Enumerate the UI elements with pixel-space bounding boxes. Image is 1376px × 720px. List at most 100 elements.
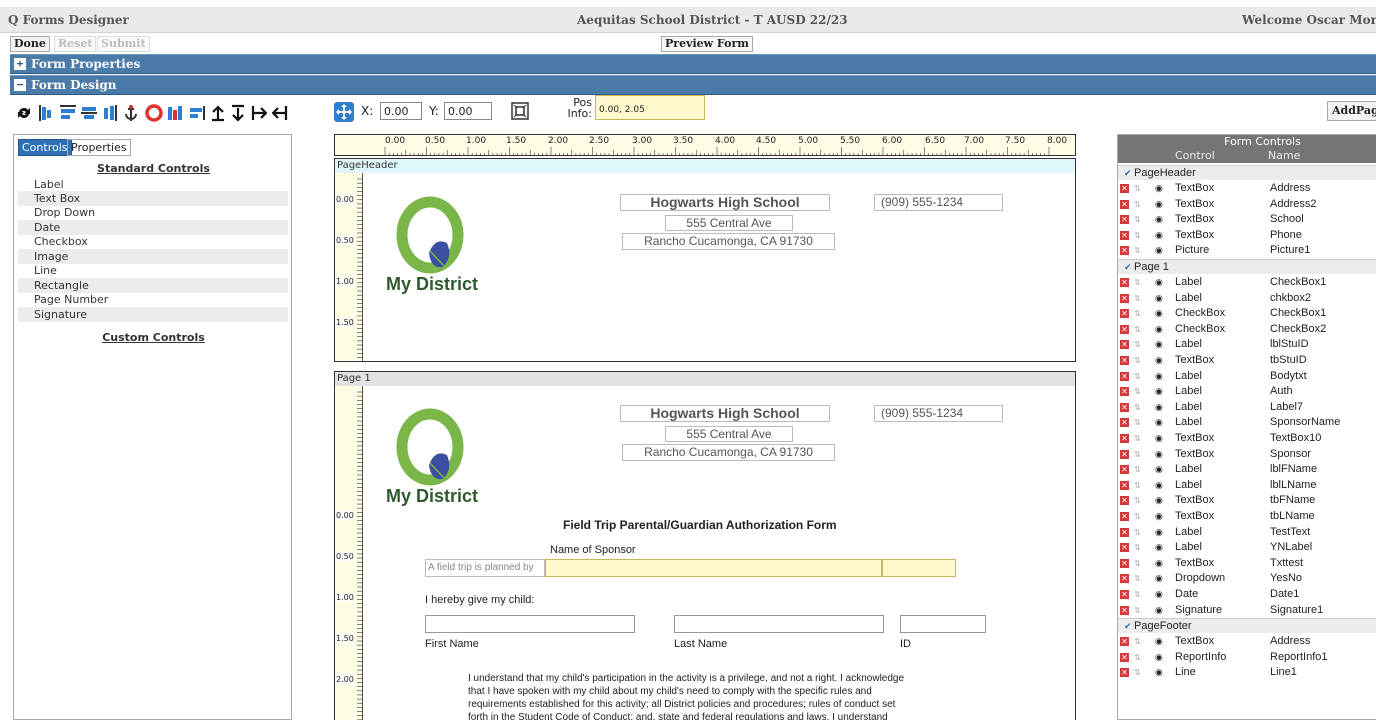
visibility-icon[interactable]: ◉ [1155, 650, 1163, 665]
visibility-icon[interactable]: ◉ [1155, 212, 1163, 227]
reorder-icon[interactable]: ⇅ [1134, 525, 1141, 540]
delete-icon[interactable]: ✕ [1120, 387, 1129, 397]
sponsor-label[interactable]: Name of Sponsor [550, 544, 636, 556]
collapse-icon[interactable]: − [14, 79, 26, 91]
control-row[interactable]: ✕ ⇅ ◉ Label Bodytxt [1118, 369, 1376, 384]
reorder-icon[interactable]: ⇅ [1134, 493, 1141, 508]
control-line[interactable]: Line [18, 263, 288, 278]
move-up-icon[interactable] [210, 104, 226, 122]
move-down-icon[interactable] [230, 104, 246, 122]
reorder-icon[interactable]: ⇅ [1134, 540, 1141, 555]
delete-icon[interactable]: ✕ [1120, 574, 1129, 584]
school-name-field[interactable]: Hogwarts High School [620, 405, 830, 422]
last-name-input[interactable] [674, 615, 884, 633]
control-row[interactable]: ✕ ⇅ ◉ Date Date1 [1118, 587, 1376, 602]
visibility-icon[interactable]: ◉ [1155, 415, 1163, 430]
reorder-icon[interactable]: ⇅ [1134, 197, 1141, 212]
delete-icon[interactable]: ✕ [1120, 512, 1129, 521]
last-name-label[interactable]: Last Name [674, 638, 727, 650]
reorder-icon[interactable]: ⇅ [1134, 556, 1141, 571]
reorder-icon[interactable]: ⇅ [1134, 665, 1141, 680]
phone-field[interactable]: (909) 555-1234 [874, 194, 1003, 211]
phone-field[interactable]: (909) 555-1234 [874, 405, 1003, 422]
visibility-icon[interactable]: ◉ [1155, 306, 1163, 321]
control-row[interactable]: ✕ ⇅ ◉ Label Label7 [1118, 400, 1376, 415]
delete-icon[interactable]: ✕ [1120, 356, 1129, 365]
control-page-number[interactable]: Page Number [18, 292, 288, 307]
control-row[interactable]: ✕ ⇅ ◉ Label YNLabel [1118, 540, 1376, 555]
reorder-icon[interactable]: ⇅ [1134, 243, 1141, 258]
reorder-icon[interactable]: ⇅ [1134, 415, 1141, 430]
control-row[interactable]: ✕ ⇅ ◉ Label lblStuID [1118, 337, 1376, 352]
delete-icon[interactable]: ✕ [1120, 418, 1129, 428]
control-row[interactable]: ✕ ⇅ ◉ TextBox tbLName [1118, 509, 1376, 524]
student-id-input[interactable] [900, 615, 986, 633]
reorder-icon[interactable]: ⇅ [1134, 478, 1141, 493]
reorder-icon[interactable]: ⇅ [1134, 384, 1141, 399]
delete-icon[interactable]: ✕ [1120, 543, 1129, 553]
delete-icon[interactable]: ✕ [1120, 402, 1129, 412]
tab-controls[interactable]: Controls [18, 139, 72, 156]
align-right-icon[interactable] [102, 104, 118, 122]
control-row[interactable]: ✕ ⇅ ◉ TextBox Address [1118, 634, 1376, 649]
control-date[interactable]: Date [18, 220, 288, 235]
control-row[interactable]: ✕ ⇅ ◉ Dropdown YesNo [1118, 571, 1376, 586]
delete-icon[interactable]: ✕ [1120, 246, 1129, 256]
delete-icon[interactable]: ✕ [1120, 324, 1129, 334]
reorder-icon[interactable]: ⇅ [1134, 275, 1141, 290]
align-middle-icon[interactable] [81, 104, 97, 122]
control-group[interactable]: ✔ PageHeader [1118, 165, 1376, 180]
control-row[interactable]: ✕ ⇅ ◉ Picture Picture1 [1118, 243, 1376, 258]
reorder-icon[interactable]: ⇅ [1134, 181, 1141, 196]
visibility-icon[interactable]: ◉ [1155, 509, 1163, 524]
delete-icon[interactable]: ✕ [1120, 605, 1129, 615]
control-textbox[interactable]: Text Box [18, 191, 288, 206]
reorder-icon[interactable]: ⇅ [1134, 291, 1141, 306]
visibility-icon[interactable]: ◉ [1155, 540, 1163, 555]
snapshot-icon[interactable] [511, 102, 529, 120]
reorder-icon[interactable]: ⇅ [1134, 228, 1141, 243]
body-text[interactable]: I understand that my child's participati… [468, 672, 904, 720]
first-name-input[interactable] [425, 615, 635, 633]
circle-icon[interactable] [145, 104, 163, 122]
add-page-button[interactable]: AddPag [1327, 101, 1376, 121]
delete-icon[interactable]: ✕ [1120, 668, 1129, 678]
visibility-icon[interactable]: ◉ [1155, 197, 1163, 212]
control-row[interactable]: ✕ ⇅ ◉ TextBox tbFName [1118, 493, 1376, 508]
visibility-icon[interactable]: ◉ [1155, 634, 1163, 649]
visibility-icon[interactable]: ◉ [1155, 525, 1163, 540]
reorder-icon[interactable]: ⇅ [1134, 369, 1141, 384]
reorder-icon[interactable]: ⇅ [1134, 603, 1141, 618]
delete-icon[interactable]: ✕ [1120, 199, 1129, 209]
first-name-label[interactable]: First Name [425, 638, 479, 650]
reorder-icon[interactable]: ⇅ [1134, 571, 1141, 586]
control-row[interactable]: ✕ ⇅ ◉ Label lblFName [1118, 462, 1376, 477]
move-right-icon[interactable] [251, 104, 267, 122]
school-name-field[interactable]: Hogwarts High School [620, 194, 830, 211]
form-title[interactable]: Field Trip Parental/Guardian Authorizati… [563, 518, 837, 532]
reorder-icon[interactable]: ⇅ [1134, 337, 1141, 352]
visibility-icon[interactable]: ◉ [1155, 431, 1163, 446]
distribute-icon[interactable] [167, 104, 183, 122]
visibility-icon[interactable]: ◉ [1155, 462, 1163, 477]
visibility-icon[interactable]: ◉ [1155, 493, 1163, 508]
control-image[interactable]: Image [18, 249, 288, 264]
district-logo[interactable]: My District [383, 195, 493, 300]
preview-form-button[interactable]: Preview Form [661, 36, 753, 52]
check-icon[interactable]: ✔ [1124, 168, 1134, 178]
delete-icon[interactable]: ✕ [1120, 558, 1129, 568]
visibility-icon[interactable]: ◉ [1155, 447, 1163, 462]
reorder-icon[interactable]: ⇅ [1134, 353, 1141, 368]
visibility-icon[interactable]: ◉ [1155, 337, 1163, 352]
control-row[interactable]: ✕ ⇅ ◉ Label TestText [1118, 525, 1376, 540]
form-properties-bar[interactable]: + Form Properties [10, 54, 1376, 74]
delete-icon[interactable]: ✕ [1120, 527, 1129, 537]
control-row[interactable]: ✕ ⇅ ◉ TextBox School [1118, 212, 1376, 227]
delete-icon[interactable]: ✕ [1120, 652, 1129, 662]
sponsor-extra-field[interactable] [882, 559, 956, 577]
reorder-icon[interactable]: ⇅ [1134, 306, 1141, 321]
control-signature[interactable]: Signature [18, 307, 288, 322]
control-row[interactable]: ✕ ⇅ ◉ ReportInfo ReportInfo1 [1118, 650, 1376, 665]
delete-icon[interactable]: ✕ [1120, 340, 1129, 350]
city-field[interactable]: Rancho Cucamonga, CA 91730 [622, 233, 835, 250]
